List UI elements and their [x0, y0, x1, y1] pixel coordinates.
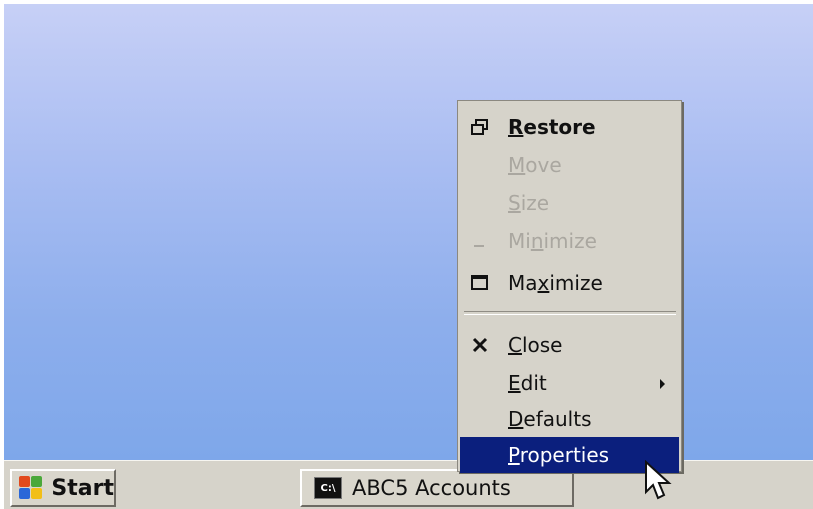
desktop-background [4, 4, 813, 460]
menu-item-edit[interactable]: Edit [460, 365, 679, 401]
menu-item-size[interactable]: Size [460, 185, 679, 221]
submenu-arrow-icon [660, 379, 665, 389]
windows-logo-icon [18, 475, 43, 501]
menu-item-defaults[interactable]: Defaults [460, 401, 679, 437]
maximize-icon [468, 265, 492, 301]
taskbar-button-abc5-accounts[interactable]: C:\ ABC5 Accounts [300, 469, 574, 507]
minimize-icon [468, 223, 492, 259]
menu-item-move[interactable]: Move [460, 147, 679, 183]
start-label: Start [51, 475, 114, 501]
menu-item-close[interactable]: Close [460, 327, 679, 363]
taskbar: Start C:\ ABC5 Accounts [4, 460, 813, 509]
start-button[interactable]: Start [10, 469, 116, 507]
mouse-cursor-icon [645, 460, 672, 500]
menu-item-minimize[interactable]: Minimize [460, 223, 679, 259]
restore-icon [468, 109, 492, 145]
menu-item-maximize[interactable]: Maximize [460, 265, 679, 301]
window-system-menu: Restore Move Size Minimize Maximize Clos… [457, 100, 682, 473]
menu-item-restore[interactable]: Restore [460, 109, 679, 145]
command-prompt-icon: C:\ [314, 477, 342, 499]
menu-separator [464, 311, 676, 315]
close-icon [468, 327, 492, 363]
taskbar-button-label: ABC5 Accounts [352, 476, 511, 500]
